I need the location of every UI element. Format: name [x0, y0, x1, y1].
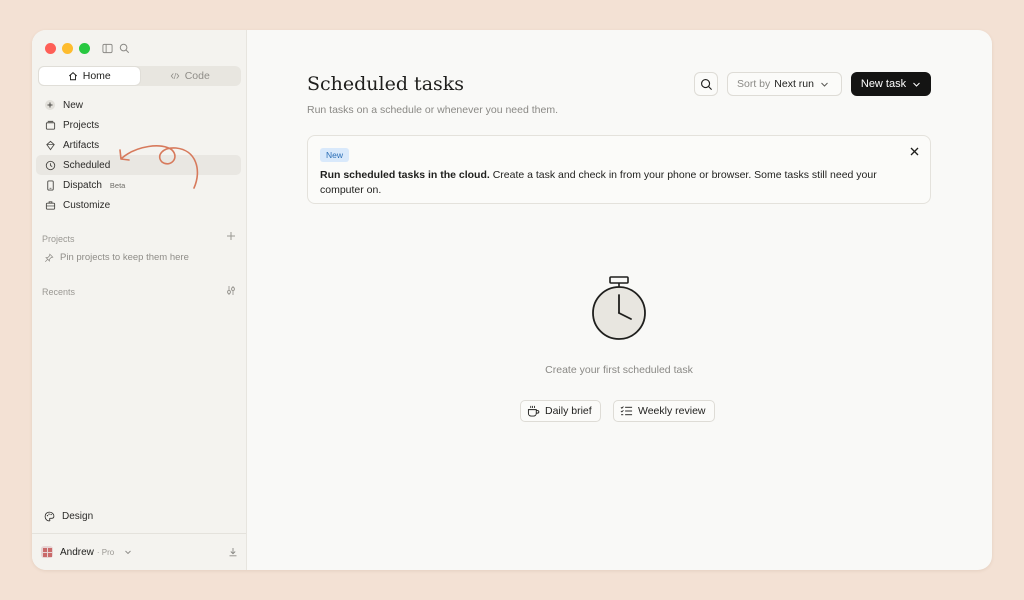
chevron-down-icon — [821, 82, 828, 87]
sidebar-item-design[interactable]: Design — [44, 511, 93, 522]
tab-code[interactable]: Code — [140, 67, 241, 85]
pin-icon — [44, 253, 54, 262]
close-window-button[interactable] — [45, 42, 56, 54]
banner-text: Run scheduled tasks in the cloud. Create… — [320, 168, 905, 198]
new-badge: New — [320, 148, 350, 162]
new-task-button[interactable]: New task — [851, 72, 931, 96]
sidebar-toggle-icon[interactable] — [102, 43, 113, 54]
sidebar-item-customize[interactable]: Customize — [36, 195, 241, 215]
sidebar-divider — [32, 533, 246, 534]
close-icon — [910, 147, 919, 156]
banner-headline: Run scheduled tasks in the cloud. — [320, 169, 490, 181]
sidebar-item-projects[interactable]: Projects — [36, 115, 241, 135]
search-icon[interactable] — [119, 43, 130, 54]
phone-icon — [44, 179, 56, 191]
stopwatch-icon — [592, 276, 646, 340]
search-button[interactable] — [694, 72, 718, 96]
sidebar-item-label: Dispatch — [63, 179, 102, 191]
sidebar-item-label: Projects — [63, 119, 100, 131]
briefcase-icon — [44, 199, 56, 211]
sidebar-item-label: Customize — [63, 199, 111, 211]
daily-brief-button[interactable]: Daily brief — [520, 400, 601, 422]
user-menu[interactable]: Andrew · Pro — [41, 544, 238, 560]
home-icon — [68, 72, 77, 81]
code-icon — [170, 72, 179, 80]
search-icon — [700, 78, 712, 90]
minimize-window-button[interactable] — [62, 42, 73, 54]
sidebar-item-label: Artifacts — [63, 139, 100, 151]
sidebar: Home Code New Projects Artifacts Schedul… — [32, 30, 247, 570]
sort-dropdown[interactable]: Sort by Next run — [727, 72, 842, 96]
checklist-icon — [620, 406, 633, 416]
recents-filter-button[interactable] — [226, 285, 236, 299]
tab-code-label: Code — [184, 70, 210, 82]
page-subtitle: Run tasks on a schedule or whenever you … — [307, 104, 558, 116]
projects-empty-hint: Pin projects to keep them here — [44, 252, 189, 263]
user-plan: · Pro — [96, 547, 115, 557]
mode-switcher: Home Code — [38, 66, 241, 86]
sidebar-item-label: New — [63, 99, 84, 111]
coffee-icon — [527, 405, 540, 417]
annotation-arrow-icon — [119, 145, 199, 189]
download-icon[interactable] — [228, 547, 238, 557]
chevron-down-icon — [913, 82, 920, 87]
folder-icon — [44, 119, 56, 131]
clock-icon — [44, 159, 56, 171]
sidebar-item-label: Scheduled — [63, 159, 111, 171]
maximize-window-button[interactable] — [79, 42, 90, 54]
main-content: Scheduled tasks Run tasks on a schedule … — [247, 30, 992, 570]
daily-brief-label: Daily brief — [545, 405, 592, 417]
palette-icon — [44, 511, 55, 522]
avatar — [41, 546, 53, 558]
sidebar-item-new[interactable]: New — [36, 95, 241, 115]
empty-state-text: Create your first scheduled task — [545, 364, 693, 376]
close-banner-button[interactable] — [910, 147, 919, 156]
artifact-icon — [44, 139, 56, 151]
plus-circle-icon — [44, 99, 56, 111]
add-project-button[interactable] — [226, 230, 236, 244]
page-title: Scheduled tasks — [307, 73, 465, 95]
sliders-icon — [227, 286, 235, 295]
avatar-pattern-icon — [42, 547, 52, 557]
sort-prefix: Sort by — [737, 78, 771, 90]
plus-icon — [227, 232, 235, 240]
projects-empty-text: Pin projects to keep them here — [60, 252, 189, 263]
weekly-review-button[interactable]: Weekly review — [613, 400, 715, 422]
weekly-review-label: Weekly review — [638, 405, 706, 417]
tab-home[interactable]: Home — [39, 67, 140, 85]
new-task-label: New task — [860, 78, 907, 90]
sort-value: Next run — [774, 78, 814, 90]
chevron-down-icon — [124, 548, 132, 556]
projects-section-label: Projects — [42, 234, 75, 244]
tab-home-label: Home — [82, 70, 111, 82]
recents-section-label: Recents — [42, 287, 76, 297]
titlebar — [45, 41, 130, 55]
announcement-banner: New Run scheduled tasks in the cloud. Cr… — [307, 135, 931, 204]
user-name: Andrew — [60, 546, 94, 558]
design-label: Design — [62, 511, 94, 522]
app-window: Home Code New Projects Artifacts Schedul… — [32, 30, 992, 570]
